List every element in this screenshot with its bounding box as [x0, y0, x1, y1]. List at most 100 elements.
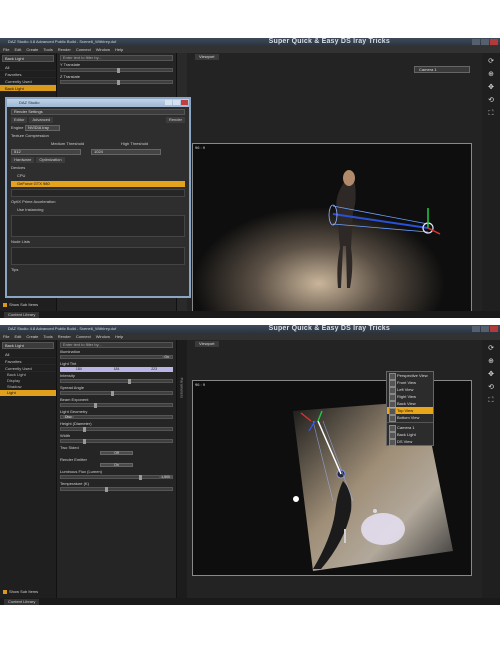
view-option[interactable]: DS View [387, 438, 433, 446]
param-filter-input[interactable]: Enter text to filter by... [60, 55, 173, 61]
pan-icon[interactable]: ✥ [487, 83, 496, 92]
view-option[interactable]: Front View [387, 379, 433, 387]
viewport-render[interactable]: 96 : 9 [192, 143, 472, 313]
list-item[interactable]: All [0, 64, 56, 71]
param-filter-input[interactable]: Enter text to filter by... [60, 342, 173, 348]
param-slider[interactable] [60, 475, 173, 480]
list-item[interactable]: Favorites [0, 358, 56, 365]
maximize-button[interactable] [481, 326, 489, 332]
instancing-option[interactable]: Use Instancing [11, 207, 185, 213]
menu-create[interactable]: Create [26, 333, 38, 340]
two-sided-toggle[interactable]: Off [99, 451, 134, 455]
slider-knob[interactable] [110, 391, 114, 396]
slider-knob[interactable] [83, 439, 87, 444]
close-button[interactable] [490, 326, 498, 332]
dialog-maximize-button[interactable] [173, 100, 180, 105]
optix-option[interactable]: OptiX Prime Acceleration [11, 199, 185, 205]
slider-knob[interactable] [127, 379, 131, 384]
menu-file[interactable]: File [3, 46, 9, 53]
slider-knob[interactable] [116, 80, 120, 85]
maximize-button[interactable] [481, 39, 489, 45]
menu-create[interactable]: Create [26, 46, 38, 53]
param-select[interactable]: Disc [60, 415, 173, 419]
rotate-icon[interactable]: ⟳ [487, 57, 496, 66]
list-item[interactable]: Favorites [0, 71, 56, 78]
close-button[interactable] [490, 39, 498, 45]
tab-hardware[interactable]: Hardware [11, 157, 35, 163]
slider-knob[interactable] [83, 427, 87, 432]
menu-window[interactable]: Window [96, 46, 110, 53]
param-slider[interactable] [60, 391, 173, 396]
menu-edit[interactable]: Edit [14, 46, 21, 53]
param-slider[interactable] [60, 68, 173, 73]
menu-connect[interactable]: Connect [76, 333, 91, 340]
menu-tools[interactable]: Tools [43, 46, 52, 53]
zoom-icon[interactable]: ⊕ [487, 70, 496, 79]
view-option-selected[interactable]: Top View [387, 407, 433, 415]
frame-icon[interactable]: ⛶ [487, 109, 496, 118]
param-slider[interactable] [60, 80, 173, 85]
tab-optimization[interactable]: Optimization [36, 157, 65, 163]
dialog-minimize-button[interactable] [165, 100, 172, 105]
menu-edit[interactable]: Edit [14, 333, 21, 340]
slider-knob[interactable] [116, 68, 120, 73]
list-item[interactable]: Currently Used [0, 365, 56, 372]
view-option[interactable]: Camera 1 [387, 424, 433, 432]
device-cpu[interactable]: CPU [11, 173, 185, 179]
param-slider[interactable] [60, 487, 173, 492]
node-dropdown[interactable]: Back Light [2, 342, 54, 349]
viewport-tab[interactable]: Viewport [195, 54, 219, 60]
minimize-button[interactable] [472, 326, 480, 332]
list-item-selected[interactable]: Back Light [0, 85, 56, 92]
device-gpu-selected[interactable]: GeForce GTX 980 [11, 181, 185, 187]
menu-render[interactable]: Render [58, 46, 71, 53]
list-item[interactable]: Currently Used [0, 78, 56, 85]
minimize-button[interactable] [472, 39, 480, 45]
tips-button[interactable]: Tips [11, 267, 185, 273]
show-sub-items-toggle[interactable]: Show Sub Items [3, 589, 38, 594]
menu-render[interactable]: Render [58, 333, 71, 340]
menu-help[interactable]: Help [115, 46, 123, 53]
list-item[interactable]: All [0, 351, 56, 358]
show-sub-items-toggle[interactable]: Show Sub Items [3, 302, 38, 307]
node-dropdown[interactable]: Back Light [2, 55, 54, 62]
tab-advanced[interactable]: Advanced [29, 117, 54, 123]
tree-item-selected[interactable]: Light [0, 390, 56, 396]
slider-knob[interactable] [138, 475, 142, 480]
param-slider[interactable] [60, 379, 173, 384]
orbit-icon[interactable]: ⟲ [487, 383, 496, 392]
tab-editor[interactable]: Editor [11, 117, 28, 123]
menu-connect[interactable]: Connect [76, 46, 91, 53]
camera-select[interactable]: Camera 1 [414, 66, 470, 73]
render-emitter-toggle[interactable]: On [99, 463, 134, 467]
view-option[interactable]: Back View [387, 400, 433, 408]
menu-tools[interactable]: Tools [43, 333, 52, 340]
tab-parameters[interactable]: Parameters [180, 378, 185, 399]
zoom-icon[interactable]: ⊕ [487, 357, 496, 366]
orbit-icon[interactable]: ⟲ [487, 96, 496, 105]
menu-window[interactable]: Window [96, 333, 110, 340]
viewport-tab[interactable]: Viewport [195, 341, 219, 347]
frame-icon[interactable]: ⛶ [487, 396, 496, 405]
content-library-tab[interactable]: Content Library [4, 599, 40, 605]
view-option[interactable]: Bottom View [387, 414, 433, 422]
slider-knob[interactable] [105, 487, 109, 492]
light-tint-swatch[interactable]: 184 184 223 [60, 367, 173, 372]
view-option[interactable]: Back Light [387, 431, 433, 439]
param-slider[interactable] [60, 427, 173, 432]
pan-icon[interactable]: ✥ [487, 370, 496, 379]
view-option[interactable]: Perspective View [387, 372, 433, 380]
slider-knob[interactable] [94, 403, 98, 408]
param-slider[interactable] [60, 403, 173, 408]
param-select[interactable]: On [60, 355, 173, 359]
rotate-icon[interactable]: ⟳ [487, 344, 496, 353]
render-button[interactable]: Render [165, 117, 185, 123]
param-slider[interactable] [60, 439, 173, 444]
engine-select[interactable]: NVIDIA Iray [25, 125, 60, 131]
high-threshold-field[interactable]: 1024 [91, 149, 161, 155]
view-option[interactable]: Right View [387, 393, 433, 401]
content-library-tab[interactable]: Content Library [4, 312, 40, 318]
view-option[interactable]: Left View [387, 386, 433, 394]
dialog-close-button[interactable] [181, 100, 188, 105]
menu-file[interactable]: File [3, 333, 9, 340]
